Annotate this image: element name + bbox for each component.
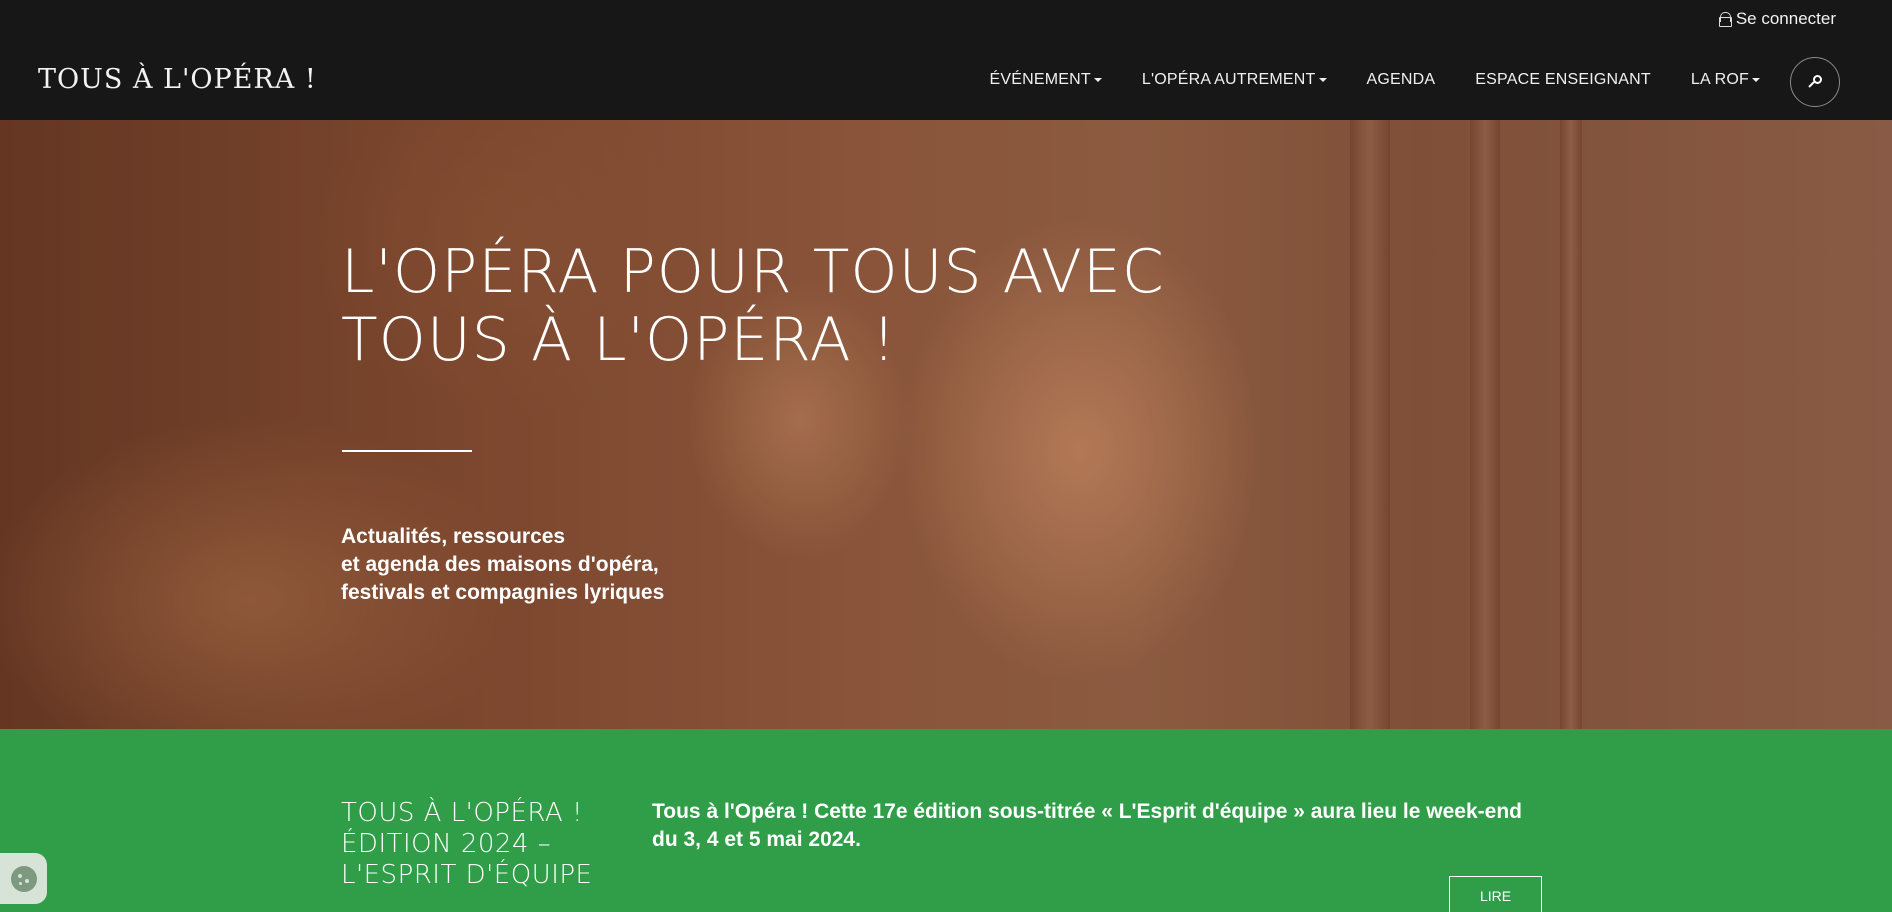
hero-subtitle-line: et agenda des maisons d'opéra, [341, 553, 659, 576]
main-menu: ÉVÉNEMENT L'OPÉRA AUTREMENT AGENDA ESPAC… [950, 40, 1760, 120]
feature-description: Tous à l'Opéra ! Cette 17e édition sous-… [652, 800, 1522, 851]
cookie-settings-button[interactable] [0, 853, 47, 904]
nav-item-la-rof[interactable]: LA ROF [1691, 71, 1760, 89]
hero-banner: L'OPÉRA POUR TOUS AVEC TOUS À L'OPÉRA ! … [0, 120, 1892, 729]
hero-subtitle-line: Actualités, ressources [341, 525, 566, 548]
hero-title: L'OPÉRA POUR TOUS AVEC TOUS À L'OPÉRA ! [341, 238, 1165, 374]
nav-item-espace-enseignant[interactable]: ESPACE ENSEIGNANT [1475, 71, 1651, 89]
search-icon [1808, 75, 1822, 89]
top-utility-bar: Se connecter [0, 0, 1892, 40]
nav-item-evenement[interactable]: ÉVÉNEMENT [990, 71, 1102, 89]
feature-band: TOUS À L'OPÉRA ! ÉDITION 2024 – L'ESPRIT… [0, 729, 1892, 912]
nav-item-label: L'OPÉRA AUTREMENT [1141, 71, 1316, 88]
cookie-icon [10, 865, 37, 892]
hero-title-line: L'OPÉRA POUR TOUS AVEC [341, 237, 1165, 307]
hero-subtitle-line: festivals et compagnies lyriques [341, 581, 665, 604]
login-label: Se connecter [1735, 9, 1836, 28]
caret-down-icon [1318, 78, 1327, 82]
search-button[interactable] [1790, 57, 1840, 107]
nav-item-label: AGENDA [1366, 71, 1436, 88]
feature-title-line: TOUS À L'OPÉRA ! [341, 798, 583, 828]
feature-title-line: ÉDITION 2024 – [341, 829, 552, 859]
nav-item-label: ESPACE ENSEIGNANT [1475, 71, 1651, 88]
hero-divider [342, 450, 472, 452]
caret-down-icon [1093, 78, 1102, 82]
lock-icon [1718, 11, 1732, 27]
nav-item-label: ÉVÉNEMENT [989, 71, 1091, 88]
nav-item-opera-autrement[interactable]: L'OPÉRA AUTREMENT [1142, 71, 1327, 89]
nav-item-agenda[interactable]: AGENDA [1367, 71, 1436, 89]
feature-title-line: L'ESPRIT D'ÉQUIPE [341, 860, 593, 890]
nav-item-label: LA ROF [1690, 71, 1749, 88]
caret-down-icon [1752, 78, 1760, 82]
hero-subtitle: Actualités, ressources et agenda des mai… [341, 523, 664, 607]
site-logo[interactable]: TOUS À L'OPÉRA ! [38, 64, 317, 95]
feature-title: TOUS À L'OPÉRA ! ÉDITION 2024 – L'ESPRIT… [341, 798, 593, 891]
hero-title-line: TOUS À L'OPÉRA ! [341, 305, 897, 375]
read-more-button[interactable]: LIRE [1449, 876, 1542, 912]
login-link[interactable]: Se connecter [1718, 9, 1836, 29]
main-navbar: TOUS À L'OPÉRA ! ÉVÉNEMENT L'OPÉRA AUTRE… [0, 40, 1892, 120]
